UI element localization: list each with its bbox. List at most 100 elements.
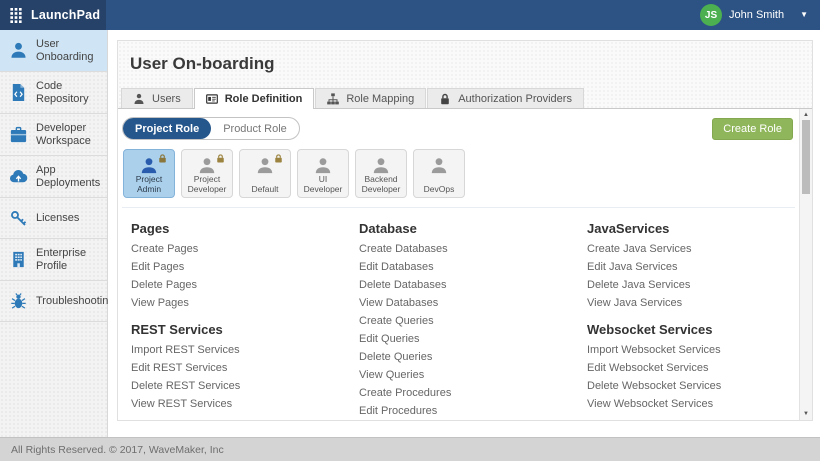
building-icon — [9, 250, 28, 269]
sidebar-item-label: User Onboarding — [36, 38, 104, 63]
footer: All Rights Reserved. © 2017, WaveMaker, … — [0, 437, 820, 461]
role-card-default[interactable]: Default — [239, 149, 291, 198]
page-title: User On-boarding — [118, 41, 812, 87]
permission-item: View Pages — [131, 298, 359, 309]
scroll-up-icon[interactable]: ▲ — [800, 111, 812, 119]
sidebar-item-label: Troubleshooting — [36, 295, 114, 308]
vertical-scrollbar[interactable]: ▲ ▼ — [799, 109, 812, 420]
sidebar-item-label: Code Repository — [36, 80, 104, 105]
tab-label: Users — [152, 93, 181, 105]
user-onboarding-panel: User On-boarding Users — [117, 40, 813, 421]
permission-item: Edit Pages — [131, 262, 359, 273]
role-card-devops[interactable]: DevOps — [413, 149, 465, 198]
permission-item: Delete Databases — [359, 280, 587, 291]
briefcase-icon — [9, 125, 28, 144]
app-window: LaunchPad JS John Smith ▼ User Onboardin… — [0, 0, 820, 461]
role-card-project-developer[interactable]: Project Developer — [181, 149, 233, 198]
permission-item: Create Queries — [359, 316, 587, 327]
permission-item: View Websocket Services — [587, 399, 795, 410]
role-card-project-admin[interactable]: Project Admin — [123, 149, 175, 198]
sidebar-item-enterprise-profile[interactable]: Enterprise Profile — [0, 239, 107, 281]
permission-item: View REST Services — [131, 399, 359, 410]
permission-item: Delete Pages — [131, 280, 359, 291]
sidebar-item-label: Developer Workspace — [36, 122, 104, 147]
role-person-icon — [196, 157, 218, 174]
permission-item: View Queries — [359, 370, 587, 381]
sidebar: User Onboarding Code Repository Develope… — [0, 30, 108, 437]
role-card-list: Project Admin Project — [122, 147, 795, 208]
sidebar-item-user-onboarding[interactable]: User Onboarding — [0, 30, 107, 72]
permission-item: Create Procedures — [359, 388, 587, 399]
tab-role-mapping[interactable]: Role Mapping — [315, 88, 426, 108]
sidebar-item-app-deployments[interactable]: App Deployments — [0, 156, 107, 198]
sidebar-item-label: Enterprise Profile — [36, 247, 104, 272]
sidebar-item-licenses[interactable]: Licenses — [0, 198, 107, 239]
lock-icon — [216, 154, 225, 163]
scroll-down-icon[interactable]: ▼ — [800, 410, 812, 418]
role-toolbar: Project Role Product Role Create Role — [122, 114, 795, 147]
scrollbar-thumb[interactable] — [802, 120, 810, 194]
role-person-icon — [370, 157, 392, 174]
id-card-icon — [206, 93, 218, 105]
copyright-text: All Rights Reserved. © 2017, WaveMaker, … — [11, 444, 224, 456]
permission-item: Delete Java Services — [587, 280, 795, 291]
permission-item: Edit Procedures — [359, 406, 587, 417]
role-card-label: Backend Developer — [358, 175, 404, 194]
sidebar-item-developer-workspace[interactable]: Developer Workspace — [0, 114, 107, 156]
role-card-label: Project Admin — [126, 175, 172, 194]
permission-columns: Pages Create Pages Edit Pages Delete Pag… — [122, 208, 795, 420]
tab-authorization-providers[interactable]: Authorization Providers — [427, 88, 584, 108]
permission-item: Edit Databases — [359, 262, 587, 273]
sidebar-item-label: App Deployments — [36, 164, 104, 189]
user-icon — [9, 41, 28, 60]
role-card-ui-developer[interactable]: UI Developer — [297, 149, 349, 198]
app-title: LaunchPad — [31, 8, 100, 22]
section-title: Websocket Services — [587, 322, 795, 337]
scrollable-content: Project Role Product Role Create Role — [118, 109, 799, 420]
product-role-toggle[interactable]: Product Role — [211, 118, 299, 139]
role-person-icon — [428, 157, 450, 174]
role-person-icon — [254, 157, 276, 174]
permission-item: Create Databases — [359, 244, 587, 255]
permission-item: Edit Queries — [359, 334, 587, 345]
permission-column-2: Database Create Databases Edit Databases… — [359, 208, 587, 420]
tab-users[interactable]: Users — [121, 88, 193, 108]
permission-item: Edit REST Services — [131, 363, 359, 374]
role-card-label: DevOps — [424, 185, 455, 195]
avatar[interactable]: JS — [700, 4, 722, 26]
user-icon — [133, 93, 145, 105]
sidebar-item-code-repository[interactable]: Code Repository — [0, 72, 107, 114]
permission-item: Delete REST Services — [131, 381, 359, 392]
create-role-button[interactable]: Create Role — [712, 118, 793, 140]
user-menu[interactable]: JS John Smith ▼ — [700, 4, 808, 26]
tab-label: Role Mapping — [346, 93, 414, 105]
permission-item: View Java Services — [587, 298, 795, 309]
chevron-down-icon[interactable]: ▼ — [800, 11, 808, 19]
project-role-toggle[interactable]: Project Role — [123, 118, 211, 139]
brand: LaunchPad — [0, 0, 106, 30]
section-title: REST Services — [131, 322, 359, 337]
topbar: LaunchPad JS John Smith ▼ — [0, 0, 820, 30]
cloud-upload-icon — [9, 167, 28, 186]
tabbar: Users Role Definition — [118, 87, 812, 109]
role-card-label: UI Developer — [300, 175, 346, 194]
lock-icon — [158, 154, 167, 163]
permission-item: Delete Queries — [359, 352, 587, 363]
topbar-right: JS John Smith ▼ — [106, 0, 820, 30]
tab-role-definition[interactable]: Role Definition — [194, 88, 315, 109]
role-card-backend-developer[interactable]: Backend Developer — [355, 149, 407, 198]
role-person-icon — [312, 157, 334, 174]
sidebar-item-troubleshooting[interactable]: Troubleshooting — [0, 281, 107, 322]
permission-item: Delete Websocket Services — [587, 381, 795, 392]
lock-icon — [439, 93, 451, 105]
permission-item: Import REST Services — [131, 345, 359, 356]
permission-item: Edit Websocket Services — [587, 363, 795, 374]
tab-label: Role Definition — [225, 93, 303, 105]
layout: User Onboarding Code Repository Develope… — [0, 30, 820, 437]
apps-grid-icon[interactable] — [10, 8, 22, 23]
key-icon — [9, 209, 28, 228]
section-title: Database — [359, 221, 587, 236]
sitemap-icon — [327, 93, 339, 105]
section-title: JavaServices — [587, 221, 795, 236]
bug-icon — [9, 292, 28, 311]
